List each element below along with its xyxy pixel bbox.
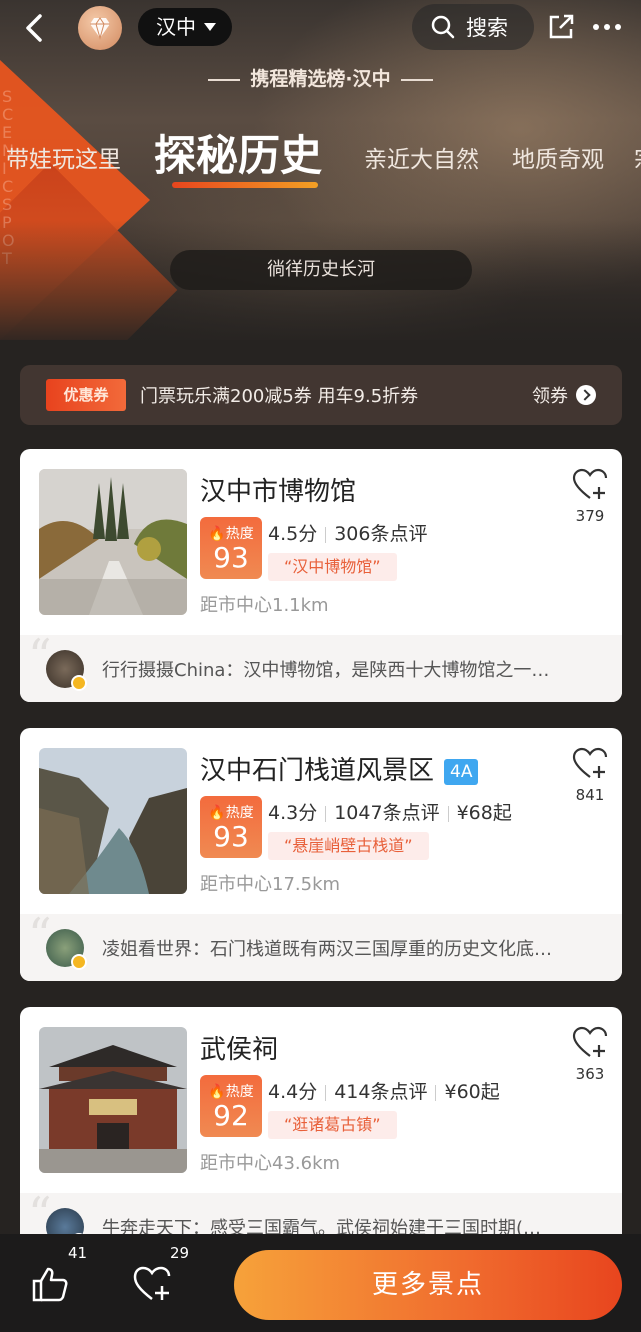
scenic-level-badge: 4A bbox=[444, 758, 479, 785]
attraction-name[interactable]: 汉中石门栈道风景区 4A bbox=[200, 750, 479, 787]
tab-history[interactable]: 探秘历史 bbox=[154, 122, 322, 183]
attraction-card[interactable]: 武侯祠 🔥热度 92 4.4分 414条点评 ¥60起 “逛诸葛古镇” 距市中心43… bbox=[20, 1007, 622, 1260]
attraction-photo bbox=[39, 748, 187, 894]
heat-label: 🔥热度 bbox=[208, 1084, 254, 1100]
heat-label: 🔥热度 bbox=[208, 526, 254, 542]
city-label: 汉中 bbox=[156, 15, 196, 39]
tab-nature[interactable]: 亲近大自然 bbox=[364, 140, 479, 174]
list-title: 携程精选榜·汉中 bbox=[0, 64, 641, 91]
list-title-text: 携程精选榜 bbox=[250, 68, 346, 90]
category-tabs: 带娃玩这里 探秘历史 亲近大自然 地质奇观 宗 bbox=[0, 120, 641, 200]
distance: 距市中心17.5km bbox=[200, 874, 341, 895]
list-logo-icon bbox=[78, 6, 122, 50]
tab-kids[interactable]: 带娃玩这里 bbox=[6, 140, 121, 174]
distance: 距市中心1.1km bbox=[200, 595, 329, 616]
review-text: 行行摄摄China：汉中博物馆，是陕西十大博物馆之一… bbox=[102, 659, 550, 681]
attraction-card[interactable]: 汉中石门栈道风景区 4A 🔥热度 93 4.3分 1047条点评 ¥68起 “悬崖峭壁… bbox=[20, 728, 622, 981]
attraction-name-text: 武侯祠 bbox=[200, 1035, 279, 1065]
heat-badge: 🔥热度 93 bbox=[200, 517, 262, 579]
score: 4.4分 bbox=[268, 1081, 318, 1103]
score: 4.3分 bbox=[268, 802, 318, 824]
like-button[interactable] bbox=[30, 1264, 70, 1304]
favorite-count: 379 bbox=[575, 507, 605, 525]
thumbs-up-icon bbox=[32, 1267, 68, 1302]
more-attractions-button[interactable]: 更多景点 bbox=[234, 1250, 622, 1320]
chevron-left-icon bbox=[26, 14, 42, 42]
more-options-button[interactable] bbox=[592, 12, 622, 42]
coupon-text: 门票玩乐满200减5券 用车9.5折券 bbox=[140, 386, 419, 407]
attraction-name-text: 汉中石门栈道风景区 bbox=[200, 756, 435, 786]
avatar bbox=[46, 649, 87, 691]
avatar bbox=[46, 928, 87, 970]
highlight-tag: “悬崖峭壁古栈道” bbox=[268, 832, 429, 860]
search-button[interactable]: 搜索 bbox=[412, 4, 534, 50]
search-icon bbox=[431, 15, 455, 39]
review-count: 1047条点评 bbox=[334, 802, 440, 824]
favorite-button[interactable] bbox=[572, 1025, 608, 1061]
search-label: 搜索 bbox=[466, 16, 508, 40]
heat-badge: 🔥热度 93 bbox=[200, 796, 262, 858]
verified-badge-icon bbox=[71, 674, 87, 691]
claim-coupon-button[interactable]: 领券 bbox=[532, 365, 596, 425]
heat-value: 93 bbox=[213, 541, 249, 574]
favorite-count: 841 bbox=[575, 786, 605, 804]
bottom-bar: 41 29 更多景点 bbox=[0, 1234, 641, 1332]
heart-plus-icon bbox=[572, 1026, 608, 1057]
attraction-stats: 4.4分 414条点评 ¥60起 bbox=[268, 1077, 500, 1104]
city-selector[interactable]: 汉中 bbox=[138, 8, 232, 46]
review-snippet[interactable]: “ 行行摄摄China：汉中博物馆，是陕西十大博物馆之一… bbox=[20, 629, 622, 702]
heart-plus-icon bbox=[133, 1266, 171, 1300]
collect-button[interactable] bbox=[132, 1264, 172, 1304]
heat-value: 92 bbox=[213, 1099, 249, 1132]
title-dash-left bbox=[208, 78, 241, 81]
heart-plus-icon bbox=[572, 747, 608, 778]
score: 4.5分 bbox=[268, 523, 318, 545]
distance: 距市中心43.6km bbox=[200, 1153, 341, 1174]
favorite-count: 363 bbox=[575, 1065, 605, 1083]
coupon-badge: 优惠券 bbox=[46, 379, 126, 411]
heat-badge: 🔥热度 92 bbox=[200, 1075, 262, 1137]
attraction-card[interactable]: 汉中市博物馆 🔥热度 93 4.5分 306条点评 “汉中博物馆” 距市中心1.1… bbox=[20, 449, 622, 702]
favorite-button[interactable] bbox=[572, 467, 608, 503]
more-dots-icon bbox=[593, 24, 621, 30]
app: SCENIC SPOT 汉中 搜索 携程精选榜·汉中 带娃玩这里 探秘历史 亲近… bbox=[0, 0, 641, 1332]
heat-label: 🔥热度 bbox=[208, 805, 254, 821]
tab-geology[interactable]: 地质奇观 bbox=[512, 140, 604, 174]
review-snippet[interactable]: “ 凌姐看世界：石门栈道既有两汉三国厚重的历史文化底… bbox=[20, 908, 622, 981]
highlight-tag: “汉中博物馆” bbox=[268, 553, 397, 581]
like-count: 41 bbox=[68, 1244, 88, 1262]
heart-plus-icon bbox=[572, 468, 608, 499]
active-tab-indicator bbox=[172, 182, 318, 188]
attraction-name[interactable]: 武侯祠 bbox=[200, 1029, 278, 1066]
price: ¥60起 bbox=[444, 1081, 500, 1103]
back-button[interactable] bbox=[18, 10, 54, 46]
coupon-banner[interactable]: 优惠券 门票玩乐满200减5券 用车9.5折券 领券 bbox=[20, 365, 622, 425]
verified-badge-icon bbox=[71, 953, 87, 970]
attraction-photo bbox=[39, 1027, 187, 1173]
favorite-button[interactable] bbox=[572, 746, 608, 782]
list-title-city: ·汉中 bbox=[345, 68, 391, 90]
attraction-stats: 4.5分 306条点评 bbox=[268, 519, 427, 546]
highlight-tag: “逛诸葛古镇” bbox=[268, 1111, 397, 1139]
attraction-stats: 4.3分 1047条点评 ¥68起 bbox=[268, 798, 512, 825]
review-text: 凌姐看世界：石门栈道既有两汉三国厚重的历史文化底… bbox=[102, 938, 552, 960]
heat-value: 93 bbox=[213, 820, 249, 853]
share-icon bbox=[549, 14, 574, 39]
tab-subtitle: 徜徉历史长河 bbox=[170, 250, 472, 290]
attraction-photo bbox=[39, 469, 187, 615]
share-button[interactable] bbox=[546, 12, 576, 42]
review-count: 306条点评 bbox=[334, 523, 428, 545]
tab-next[interactable]: 宗 bbox=[634, 140, 641, 174]
attraction-name[interactable]: 汉中市博物馆 bbox=[200, 471, 356, 508]
attraction-name-text: 汉中市博物馆 bbox=[200, 477, 357, 507]
title-dash-right bbox=[400, 78, 433, 81]
claim-coupon-label: 领券 bbox=[532, 386, 568, 407]
price: ¥68起 bbox=[456, 802, 512, 824]
collect-count: 29 bbox=[170, 1244, 190, 1262]
review-count: 414条点评 bbox=[334, 1081, 428, 1103]
caret-down-icon bbox=[204, 23, 216, 31]
top-bar: 汉中 搜索 bbox=[0, 0, 641, 56]
arrow-right-circle-icon bbox=[576, 385, 596, 405]
